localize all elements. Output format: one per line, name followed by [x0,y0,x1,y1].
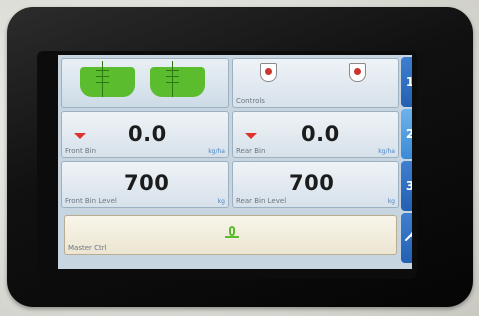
wrench-icon [405,231,412,241]
shield-icon [260,63,277,82]
shield-icon [349,63,366,82]
decrease-arrow-icon [74,133,86,139]
rear-bin-label: Rear Bin [236,147,266,155]
tab-settings[interactable] [401,213,412,263]
status-bar-tile[interactable]: Master Ctrl [64,215,397,255]
tab-page-3[interactable]: 3 [401,161,412,211]
controls-tile[interactable]: Controls [232,58,399,108]
front-bin-level-label: Front Bin Level [65,197,117,205]
tab-page-2[interactable]: 2 [401,109,412,159]
front-bin-icon [80,61,135,97]
rear-bin-level-unit: kg [387,198,395,205]
front-bin-level-tile[interactable]: 700 Front Bin Level kg [61,161,229,208]
front-bin-rate-tile[interactable]: 0.0 Front Bin kg/ha [61,111,229,158]
rear-bin-rate-value: 0.0 [301,122,340,146]
rear-bin-level-tile[interactable]: 700 Rear Bin Level kg [232,161,399,208]
rear-bin-unit: kg/ha [378,148,395,155]
bins-graphic-tile [61,58,229,108]
front-bin-label: Front Bin [65,147,97,155]
controls-label: Controls [236,97,265,105]
sprayer-icon [225,226,239,240]
status-label: Master Ctrl [68,244,107,252]
rear-bin-icon [150,61,205,97]
front-bin-unit: kg/ha [208,148,225,155]
rear-bin-level-label: Rear Bin Level [236,197,287,205]
decrease-arrow-icon [245,133,257,139]
display-screen: Controls 0.0 Front Bin kg/ha 0.0 Rear Bi… [58,55,412,269]
tab-page-1[interactable]: 1 [401,57,412,107]
rear-bin-level-value: 700 [289,171,335,195]
page-tabs: 1 2 3 [401,55,412,269]
front-bin-rate-value: 0.0 [128,122,167,146]
front-bin-level-unit: kg [217,198,225,205]
tab-page-1-label: 1 [405,75,412,89]
front-bin-level-value: 700 [124,171,170,195]
rear-bin-rate-tile[interactable]: 0.0 Rear Bin kg/ha [232,111,399,158]
tab-page-3-label: 3 [405,179,412,193]
tab-page-2-label: 2 [405,127,412,141]
